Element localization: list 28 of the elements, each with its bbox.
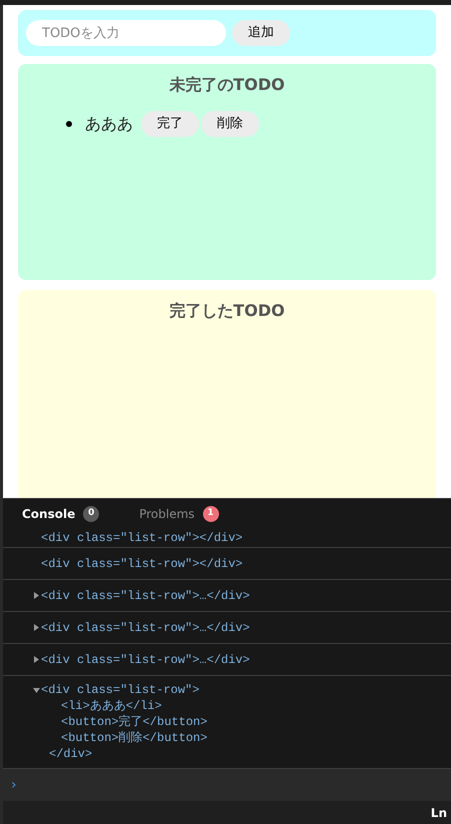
- console-prompt[interactable]: ›: [11, 774, 17, 796]
- panel-tab[interactable]: Console 0: [22, 505, 100, 523]
- panel-tab[interactable]: Problems 1: [139, 505, 219, 523]
- code-line: <div class="list-row">…</div>: [41, 620, 250, 636]
- code-line: <div class="list-row">: [41, 682, 200, 698]
- code-line: <button>完了</button>: [61, 714, 208, 730]
- complete-button[interactable]: 完了: [141, 111, 199, 137]
- count-badge: 0: [83, 506, 100, 522]
- add-button[interactable]: 追加: [232, 20, 290, 46]
- bullet-icon: [66, 121, 72, 127]
- expand-arrow-icon[interactable]: [33, 656, 40, 663]
- count-badge: 1: [202, 506, 219, 522]
- code-line: <li>あああ</li>: [61, 698, 162, 714]
- todo-input-field[interactable]: TODOを入力: [26, 20, 226, 46]
- expand-arrow-icon[interactable]: [33, 592, 40, 599]
- expand-arrow-icon[interactable]: [33, 624, 40, 631]
- code-line: <div class="list-row"></div>: [41, 530, 243, 546]
- collapse-arrow-icon[interactable]: [33, 686, 40, 694]
- code-line: </div>: [49, 746, 92, 762]
- delete-button[interactable]: 削除: [201, 111, 259, 137]
- code-line: <div class="list-row"></div>: [41, 556, 243, 572]
- section-title: 未完了のTODO: [168, 74, 286, 96]
- code-line: <button>削除</button>: [61, 730, 208, 746]
- section-title: 完了したTODO: [168, 300, 286, 322]
- code-line: <div class="list-row">…</div>: [41, 588, 250, 604]
- status-text: Ln: [430, 804, 447, 822]
- code-line: <div class="list-row">…</div>: [41, 652, 250, 668]
- todo-text: あああ: [85, 113, 133, 135]
